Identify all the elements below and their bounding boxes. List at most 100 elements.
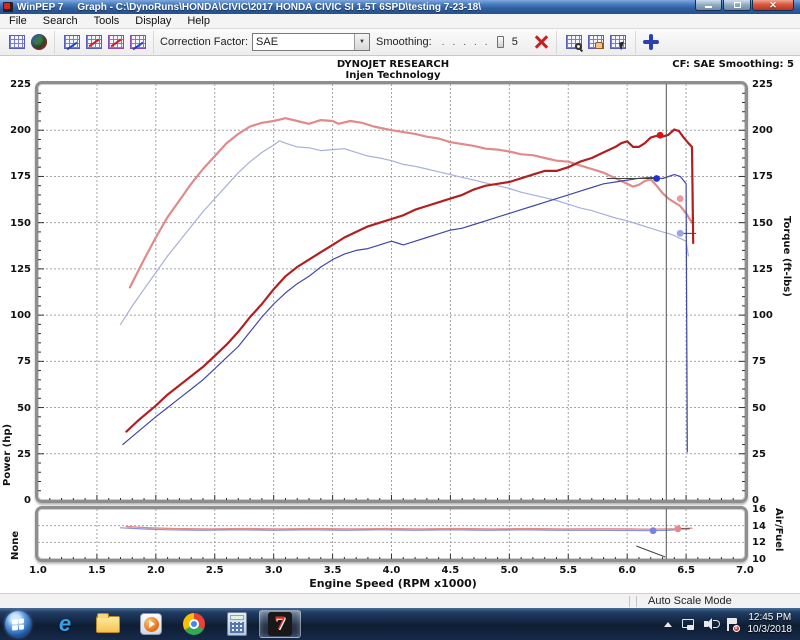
- cursor-marker: [677, 230, 684, 237]
- torque-axis-tick: 100: [752, 310, 780, 321]
- rpm-axis-tick: 4.0: [378, 565, 406, 576]
- windows-logo-icon: [12, 618, 24, 630]
- taskbar-item-winpep[interactable]: 7: [259, 610, 301, 638]
- torque-axis-tick: 200: [752, 125, 780, 136]
- rpm-axis-tick: 2.5: [201, 565, 229, 576]
- zoom-graph-icon[interactable]: [564, 32, 584, 52]
- toolbar: Correction Factor: SAE ▼ Smoothing: ....…: [0, 29, 800, 56]
- action-center-flag-icon[interactable]: x: [726, 618, 738, 631]
- torque-axis-tick: 75: [752, 356, 780, 367]
- torque-axis-tick: 175: [752, 171, 780, 182]
- torque-axis-tick: 50: [752, 403, 780, 414]
- status-separator: [636, 596, 637, 607]
- x-axis-title: Engine Speed (RPM x1000): [243, 577, 543, 590]
- taskbar-item-calculator[interactable]: [216, 610, 258, 638]
- menu-tools[interactable]: Tools: [86, 14, 128, 29]
- af-left-axis-title: None: [10, 508, 21, 560]
- airfuel-axis-tick: 14: [752, 521, 780, 532]
- chevron-down-icon[interactable]: ▼: [354, 34, 369, 50]
- power-axis-tick: 25: [1, 449, 31, 460]
- scale-mode-status: Auto Scale Mode: [640, 595, 800, 607]
- dyno-brand-text: DYNOJET RESEARCH: [243, 59, 543, 70]
- media-player-icon: [140, 613, 162, 635]
- tray-expand-icon[interactable]: [664, 622, 672, 627]
- select-graph-icon[interactable]: [608, 32, 628, 52]
- close-button[interactable]: ✕: [752, 0, 794, 11]
- title-bar[interactable]: WinPEP 7 Graph - C:\DynoRuns\HONDA\CIVIC…: [0, 0, 800, 14]
- app-name: WinPEP 7: [17, 2, 63, 13]
- correction-factor-select[interactable]: SAE ▼: [252, 33, 370, 51]
- graph-grid-icon[interactable]: [7, 32, 27, 52]
- airfuel-axis-tick: 10: [752, 554, 780, 565]
- pan-graph-icon[interactable]: [586, 32, 606, 52]
- rpm-axis-tick: 2.0: [142, 565, 170, 576]
- clock-time: 12:45 PM: [748, 612, 793, 624]
- cursor-marker: [653, 175, 660, 182]
- smoothing-label: Smoothing:: [376, 36, 432, 48]
- correction-factor-label: Correction Factor:: [160, 36, 248, 48]
- minimize-button[interactable]: [695, 0, 722, 11]
- power-axis-tick: 100: [1, 310, 31, 321]
- color-sphere-icon[interactable]: [29, 32, 49, 52]
- graph-compare-icon[interactable]: [84, 32, 104, 52]
- desktop: WinPEP 7 Graph - C:\DynoRuns\HONDA\CIVIC…: [0, 0, 800, 640]
- power-axis-tick: 150: [1, 218, 31, 229]
- torque-axis-title: Torque (ft-lbs): [781, 216, 792, 476]
- rpm-axis-tick: 6.0: [613, 565, 641, 576]
- taskbar-item-explorer[interactable]: [87, 610, 129, 638]
- torque-axis-tick: 150: [752, 218, 780, 229]
- network-icon[interactable]: [682, 619, 695, 630]
- system-tray: x 12:45 PM 10/3/2018: [664, 608, 797, 640]
- internet-explorer-icon: e: [59, 613, 71, 635]
- clock[interactable]: 12:45 PM 10/3/2018: [748, 612, 793, 636]
- taskbar-item-ie[interactable]: e: [44, 610, 86, 638]
- slider-handle[interactable]: [497, 36, 504, 48]
- menu-help[interactable]: Help: [179, 14, 218, 29]
- window-title: Graph - C:\DynoRuns\HONDA\CIVIC\2017 HON…: [77, 2, 481, 13]
- cursor-marker: [677, 195, 684, 202]
- winpep-app-icon: 7: [268, 612, 292, 636]
- plot-main[interactable]: [35, 81, 748, 503]
- taskbar-item-media-player[interactable]: [130, 610, 172, 638]
- move-axes-icon[interactable]: [641, 32, 661, 52]
- torque-axis-tick: 225: [752, 79, 780, 90]
- menu-display[interactable]: Display: [127, 14, 179, 29]
- rpm-axis-tick: 1.0: [24, 565, 52, 576]
- cursor-marker: [657, 132, 664, 139]
- taskbar: e 7 x 12:45 PM 10/3/2018: [0, 608, 800, 640]
- rpm-axis-tick: 3.0: [260, 565, 288, 576]
- series-runfile_022-torque: [130, 118, 692, 287]
- maximize-button[interactable]: [723, 0, 751, 11]
- menu-file[interactable]: File: [0, 14, 35, 29]
- torque-axis-tick: 25: [752, 449, 780, 460]
- volume-icon[interactable]: [704, 618, 717, 630]
- rpm-axis-tick: 5.0: [495, 565, 523, 576]
- smoothing-value: 5: [512, 36, 518, 48]
- power-axis-title: Power (hp): [2, 206, 13, 486]
- menu-search[interactable]: Search: [35, 14, 86, 29]
- cursor-marker: [650, 527, 657, 534]
- graph-overlay-icon[interactable]: [106, 32, 126, 52]
- delete-graph-icon[interactable]: [531, 32, 551, 52]
- rpm-axis-tick: 1.5: [83, 565, 111, 576]
- power-axis-tick: 225: [1, 79, 31, 90]
- chrome-icon: [183, 613, 205, 635]
- cursor-marker: [674, 525, 681, 532]
- slider-ticks: .....: [442, 41, 496, 45]
- start-button[interactable]: [5, 611, 31, 637]
- explorer-folder-icon: [96, 616, 120, 633]
- correction-factor-value: SAE: [253, 36, 354, 48]
- rpm-axis-tick: 7.0: [731, 565, 759, 576]
- graph-multi-icon[interactable]: [128, 32, 148, 52]
- power-axis-tick: 175: [1, 171, 31, 182]
- power-axis-tick: 75: [1, 356, 31, 367]
- app-icon: [3, 2, 13, 12]
- smoothing-slider[interactable]: .....: [440, 34, 506, 50]
- taskbar-item-chrome[interactable]: [173, 610, 215, 638]
- plot-af[interactable]: [35, 506, 748, 562]
- status-bar: Auto Scale Mode: [0, 593, 800, 608]
- rpm-axis-tick: 6.5: [672, 565, 700, 576]
- clock-date: 10/3/2018: [748, 624, 793, 636]
- series-runfile_020-power: [123, 175, 688, 452]
- graph-power-icon[interactable]: [62, 32, 82, 52]
